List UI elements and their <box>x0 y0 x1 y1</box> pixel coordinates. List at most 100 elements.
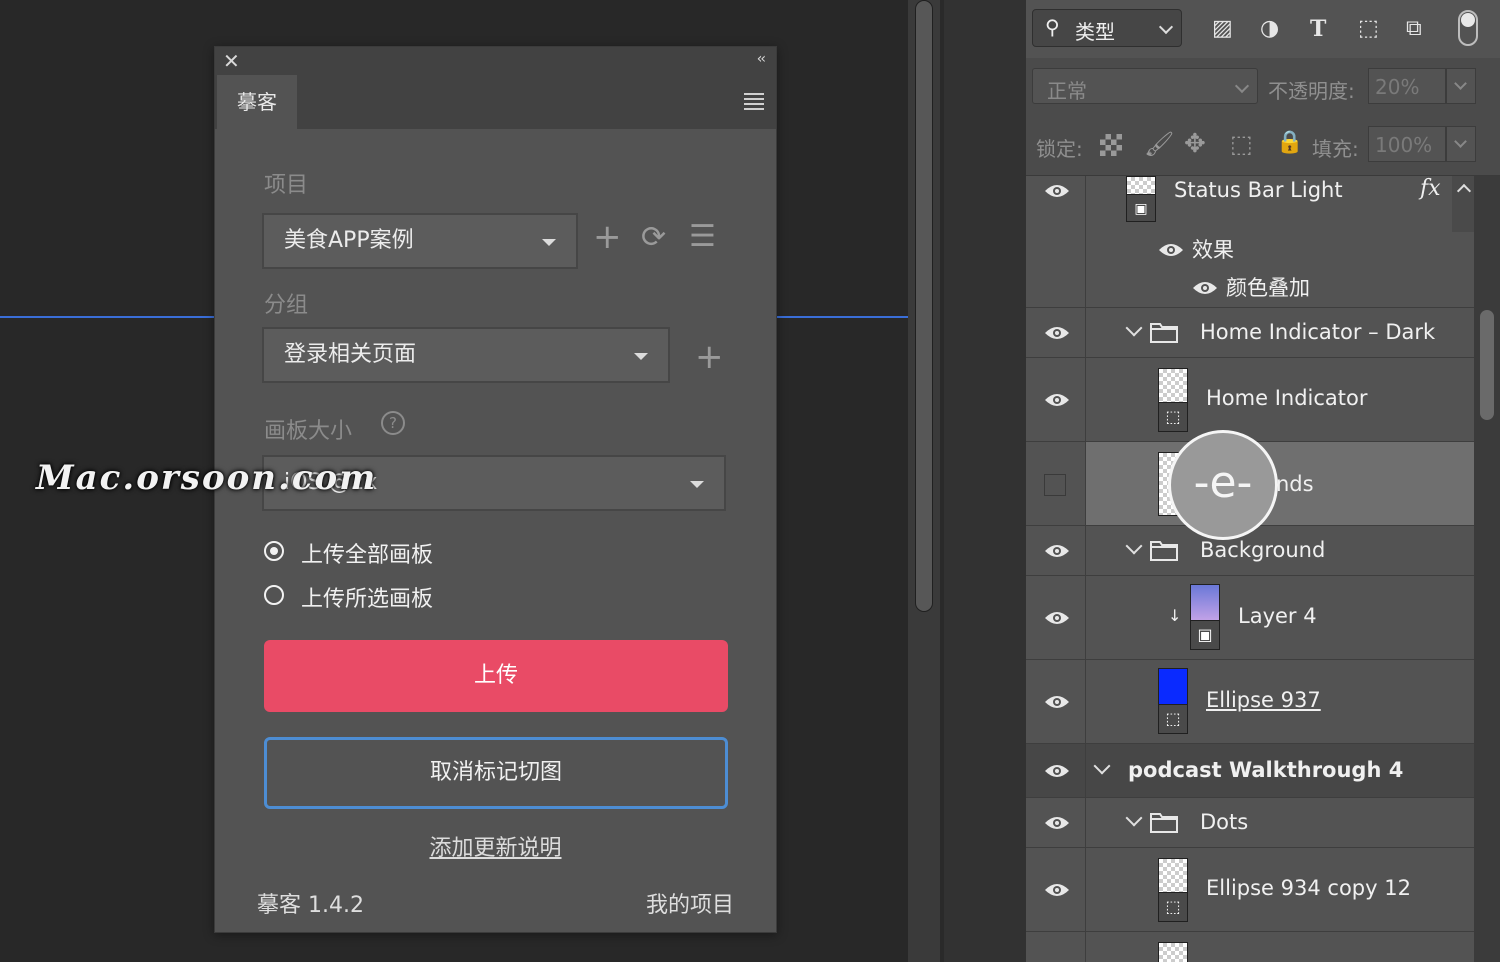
close-icon[interactable]: ✕ <box>223 49 240 73</box>
canvas-scrollbar[interactable] <box>908 0 940 962</box>
watermark: Mac.orsoon.com <box>36 458 378 498</box>
lock-paint-icon[interactable]: 🖌 <box>1144 130 1174 158</box>
radio-upload-selected[interactable] <box>264 585 284 605</box>
eye-icon[interactable] <box>1044 763 1070 779</box>
radio-upload-all-label[interactable]: 上传全部画板 <box>301 537 433 569</box>
layers-list: ▣ Status Bar Light fx 效果 颜色叠加 Home Indic… <box>1026 176 1474 962</box>
add-group-icon[interactable]: + <box>695 340 724 374</box>
layer-group-row[interactable]: Background <box>1026 526 1474 576</box>
chevron-down-icon <box>1158 19 1174 35</box>
collapse-icon[interactable]: ‹‹ <box>757 51 766 67</box>
fill-field[interactable]: 100% <box>1368 126 1446 162</box>
filter-toggle[interactable] <box>1458 10 1478 46</box>
layer-row[interactable]: ⬚ Ellipse 934 copy 12 <box>1026 848 1474 932</box>
radio-upload-all[interactable] <box>264 541 284 561</box>
eye-icon[interactable] <box>1044 882 1070 898</box>
filter-type-select[interactable]: ⚲ 类型 <box>1032 9 1182 47</box>
refresh-icon[interactable]: ⟳ <box>641 221 666 255</box>
layer-name: Home Indicator <box>1206 386 1368 410</box>
layer-row[interactable]: ↓ ▣ Layer 4 <box>1026 576 1474 660</box>
panel-titlebar: ✕ ‹‹ <box>215 47 776 75</box>
opacity-label: 不透明度: <box>1268 79 1355 103</box>
panel-menu-icon[interactable] <box>744 93 764 110</box>
fill-label: 填充: <box>1312 137 1359 161</box>
visibility-toggle-off[interactable] <box>1044 474 1066 496</box>
chevron-down-icon <box>1454 135 1467 148</box>
my-projects-link[interactable]: 我的项目 <box>646 887 734 919</box>
text-filter-icon[interactable]: T <box>1310 16 1326 42</box>
radio-upload-selected-label[interactable]: 上传所选画板 <box>301 581 433 613</box>
chevron-down-icon[interactable] <box>1125 809 1143 827</box>
layer-row[interactable]: ⬚ Home Indicator <box>1026 358 1474 442</box>
add-release-notes-link[interactable]: 添加更新说明 <box>215 830 776 862</box>
effects-group[interactable]: 效果 颜色叠加 <box>1026 232 1474 308</box>
chevron-down-icon <box>542 239 556 246</box>
folder-icon <box>1150 323 1178 343</box>
eye-icon[interactable] <box>1044 610 1070 626</box>
layer-row[interactable]: ⬚ Ellipse 937 <box>1026 660 1474 744</box>
project-select[interactable]: 美食APP案例 <box>262 213 578 269</box>
effects-label: 效果 <box>1192 238 1234 262</box>
eye-icon[interactable] <box>1192 280 1218 296</box>
shape-filter-icon[interactable]: ⬚ <box>1358 16 1379 41</box>
group-select-value: 登录相关页面 <box>284 342 417 367</box>
layer-group-row[interactable]: Home Indicator – Dark <box>1026 308 1474 358</box>
artboard-row[interactable]: podcast Walkthrough 4 <box>1026 744 1474 798</box>
layers-scrollbar[interactable] <box>1474 176 1500 962</box>
chevron-down-icon[interactable] <box>1125 537 1143 555</box>
opacity-field[interactable]: 20% <box>1368 68 1446 104</box>
artboard-size-label: 画板大小 <box>264 419 353 444</box>
opacity-dropdown[interactable] <box>1446 68 1476 104</box>
folder-icon <box>1150 813 1178 833</box>
guide-line-right <box>777 316 908 318</box>
project-label: 项目 <box>264 173 309 198</box>
lock-all-icon[interactable]: 🔒 <box>1276 130 1303 155</box>
version-label: 摹客 1.4.2 <box>257 893 364 918</box>
layer-group-row[interactable]: Dots <box>1026 798 1474 848</box>
upload-button[interactable]: 上传 <box>264 640 728 712</box>
blend-mode-value: 正常 <box>1047 79 1087 103</box>
smart-object-filter-icon[interactable]: ⧉ <box>1406 16 1422 41</box>
layer-name: Home Indicator – Dark <box>1200 320 1436 344</box>
project-select-value: 美食APP案例 <box>284 228 414 253</box>
group-select[interactable]: 登录相关页面 <box>262 327 670 383</box>
tab-mockplus[interactable]: 摹客 <box>217 75 297 129</box>
lock-position-icon[interactable]: ✥ <box>1184 129 1206 159</box>
help-icon[interactable]: ? <box>381 411 405 435</box>
layer-row[interactable] <box>1026 932 1474 962</box>
layers-scrollbar-thumb[interactable] <box>1480 310 1494 420</box>
lock-transparency-icon[interactable] <box>1100 134 1122 156</box>
effects-scroll-up[interactable] <box>1452 176 1474 232</box>
clipping-mask-icon: ↓ <box>1168 606 1182 625</box>
image-filter-icon[interactable]: ▨ <box>1212 16 1233 41</box>
eye-icon[interactable] <box>1044 543 1070 559</box>
layer-row[interactable]: ▣ Status Bar Light fx <box>1026 176 1474 232</box>
lock-artboard-icon[interactable]: ⬚ <box>1230 130 1253 158</box>
unmark-slices-button[interactable]: 取消标记切图 <box>264 737 728 809</box>
smart-object-icon: ▣ <box>1190 620 1220 650</box>
eye-icon[interactable] <box>1044 325 1070 341</box>
search-icon: ⚲ <box>1045 15 1060 39</box>
lock-label: 锁定: <box>1036 137 1083 161</box>
guide-line-left <box>0 316 214 318</box>
list-icon[interactable]: ☰ <box>689 220 716 254</box>
group-label: 分组 <box>264 293 309 318</box>
eye-icon[interactable] <box>1044 392 1070 408</box>
adjustment-filter-icon[interactable]: ◑ <box>1260 16 1279 41</box>
fill-dropdown[interactable] <box>1446 126 1476 162</box>
eye-icon[interactable] <box>1044 815 1070 831</box>
artboard-name: podcast Walkthrough 4 <box>1128 758 1404 782</box>
shape-layer-icon: ⬚ <box>1158 704 1188 734</box>
fx-icon[interactable]: fx <box>1420 176 1441 201</box>
eye-icon[interactable] <box>1158 242 1184 258</box>
blend-mode-select[interactable]: 正常 <box>1032 68 1258 104</box>
canvas-scrollbar-thumb[interactable] <box>915 0 933 612</box>
chevron-down-icon[interactable] <box>1093 757 1111 775</box>
add-project-icon[interactable]: + <box>593 220 622 254</box>
eye-icon[interactable] <box>1044 694 1070 710</box>
chevron-down-icon[interactable] <box>1125 319 1143 337</box>
layer-name: Background <box>1200 538 1326 562</box>
eye-icon[interactable] <box>1044 183 1070 199</box>
layer-name: Layer 4 <box>1238 604 1317 628</box>
blend-row: 正常 不透明度: 20% <box>1026 58 1500 116</box>
